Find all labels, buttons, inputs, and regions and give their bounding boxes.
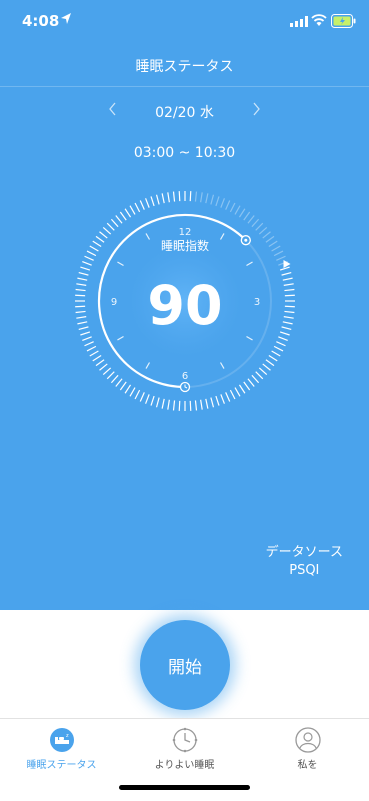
tab-profile[interactable]: 私を [246, 719, 369, 775]
tab-label: よりよい睡眠 [154, 760, 215, 771]
location-arrow-icon [61, 13, 71, 24]
tab-label: 睡眠ステータス [26, 760, 97, 771]
sleep-index-label: 睡眠指数 [161, 238, 209, 253]
tab-better-sleep[interactable]: よりよい睡眠 [123, 719, 246, 775]
header-divider [0, 86, 369, 87]
battery-icon [331, 14, 356, 28]
bed-icon: z [50, 728, 74, 752]
signal-icon [290, 16, 308, 27]
bedtime-marker-icon [240, 235, 251, 246]
hour-label-12: 12 [179, 227, 192, 238]
data-source: データソース PSQI [266, 544, 343, 580]
data-source-value: PSQI [289, 563, 320, 578]
status-time: 4:08 [22, 12, 60, 30]
sleep-score: 90 [147, 274, 222, 337]
profile-icon [295, 727, 321, 753]
hour-label-6: 6 [182, 371, 188, 382]
start-button[interactable]: 開始 [140, 620, 230, 710]
hour-label-3: 3 [254, 297, 260, 308]
tab-sleep-status[interactable]: z 睡眠ステータス [0, 719, 123, 775]
sleep-time-range: 03:00 ~ 10:30 [133, 145, 236, 161]
status-bar: 4:08 [0, 0, 369, 44]
page-title: 睡眠ステータス [135, 59, 234, 75]
home-indicator [119, 785, 250, 790]
clock-icon [172, 727, 198, 753]
wifi-icon [311, 14, 327, 26]
hour-label-9: 9 [111, 297, 117, 308]
svg-text:z: z [66, 733, 69, 739]
date-label: 02/20 水 [155, 105, 214, 121]
chevron-right-icon[interactable] [249, 101, 263, 117]
data-source-label: データソース [265, 545, 343, 560]
sleep-score-dial: 12 3 6 9 睡眠指数 90 [75, 191, 295, 411]
wake-alarm-icon [179, 381, 191, 393]
tab-label: 私を [297, 760, 318, 771]
